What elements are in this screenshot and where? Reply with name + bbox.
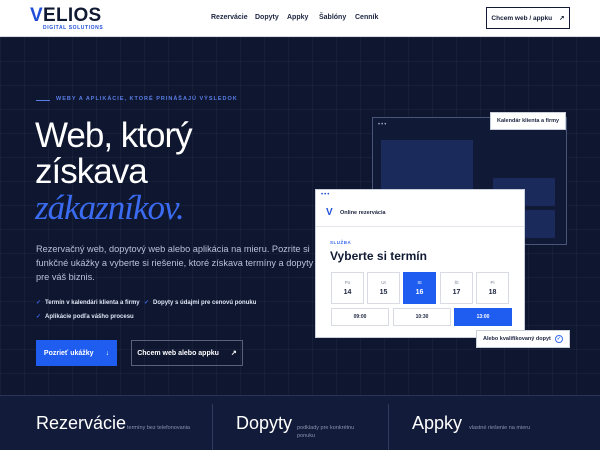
day-date: 16 [415,289,424,296]
day-name: Ut [381,280,386,285]
logo-wordmark: ELIOS [43,5,102,26]
hero-lead-line2: funkčné ukážky a vyberte si riešenie, kt… [36,258,314,268]
day-option-14[interactable]: Po 14 [331,272,364,304]
window-dots-icon: ••• [321,192,331,198]
day-date: 18 [488,289,497,296]
feature-item-apps: ✓ Aplikácie podľa vášho procesu [36,313,134,320]
service-label: SLUŽBA [330,240,352,245]
want-web-label: Chcem web alebo appku [137,349,219,357]
service-desc-rezervacie: termíny bez telefonovania [127,425,190,431]
want-web-or-app-button[interactable]: Chcem web alebo appku ↗ [131,340,243,366]
hero-eyebrow: WEBY A APLIKÁCIE, KTORÉ PRINÁŠAJÚ VÝSLED… [56,96,238,102]
time-slot-0900[interactable]: 09:00 [331,308,389,326]
nav-appky[interactable]: Appky [287,14,308,21]
check-circle-icon: ✓ [554,335,563,343]
time-slot-1300-selected[interactable]: 13:00 [454,308,512,326]
view-demos-label: Pozrieť ukážky [43,349,94,357]
check-icon: ✓ [36,314,42,320]
qualified-tag-label: Alebo kvalifikovaný dopyt [483,336,551,342]
calendar-tag: Kalendár klienta a firmy [490,112,567,130]
day-option-16-selected[interactable]: St 16 [403,272,436,304]
service-title-dopyty: Dopyty [236,413,293,433]
nav-cennik[interactable]: Cenník [355,14,378,21]
eyebrow-divider [36,100,50,101]
calendar-tag-label: Kalendár klienta a firmy [497,118,560,124]
feature-label: Termín v kalendári klienta a firmy [45,300,140,306]
day-option-15[interactable]: Ut 15 [367,272,400,304]
card-title: Online rezervácia [340,210,386,216]
day-name: Št [454,280,459,285]
feature-label: Dopyty s údajmi pre cenovú ponuku [153,300,257,306]
day-date: 17 [452,289,461,296]
window-dots-icon: ••• [378,122,388,128]
nav-dopyty[interactable]: Dopyty [255,14,279,21]
hero-title-line2: získava [35,152,148,191]
band-divider [212,404,213,450]
time-slot-1030[interactable]: 10:30 [393,308,451,326]
service-desc-appky: vlastné riešenie na mieru [469,425,531,431]
service-desc-dopyty: podklady pre konkrétnu ponuku [297,425,355,439]
card-logo-mark: V [326,207,333,218]
arrow-up-right-icon: ↗ [559,15,565,22]
header-cta-button[interactable]: Chcem web / appku ↗ [486,7,570,29]
nav-sablony[interactable]: Šablóny [319,14,346,21]
day-name: Po [344,280,351,285]
service-title-rezervacie: Rezervácie [36,413,127,433]
logo[interactable]: V ELIOS DIGITAL SOLUTIONS [30,6,110,32]
service-title-appky: Appky [412,413,463,433]
day-name: Pi [490,280,495,285]
feature-item-inquiries: ✓ Dopyty s údajmi pre cenovú ponuku [144,299,256,306]
hero-title-highlight: zákazníkov. [35,188,185,227]
choose-slot-heading: Vyberte si termín [330,249,427,263]
site-header: V ELIOS DIGITAL SOLUTIONS Rezervácie Dop… [0,0,600,37]
nav-rezervacie[interactable]: Rezervácie [211,14,248,21]
booking-card: ••• V Online rezervácia SLUŽBA Vyberte s… [315,189,525,338]
day-option-17[interactable]: Št 17 [440,272,473,304]
arrow-down-icon: ↓ [105,349,110,357]
header-cta-label: Chcem web / appku [491,14,553,22]
hero-lead-line1: Rezervačný web, dopytový web alebo aplik… [36,244,310,254]
arrow-up-right-icon: ↗ [230,350,237,357]
feature-label: Aplikácie podľa vášho procesu [45,314,134,320]
logo-mark: V [30,5,43,26]
services-band: Rezervácie termíny bez telefonovania Dop… [0,395,600,450]
hero-lead-line3: pre váš biznis. [36,272,95,282]
check-icon: ✓ [144,300,150,306]
day-date: 14 [343,289,352,296]
logo-tagline: DIGITAL SOLUTIONS [43,25,104,31]
check-icon: ✓ [36,300,42,306]
band-divider [388,404,389,450]
day-name: St [417,280,422,285]
feature-item-calendar: ✓ Termín v kalendári klienta a firmy [36,299,140,306]
card-divider [316,226,524,227]
qualified-inquiry-tag: Alebo kvalifikovaný dopyt ✓ [476,330,570,348]
day-date: 15 [379,289,388,296]
day-option-18[interactable]: Pi 18 [476,272,509,304]
hero-title-line1: Web, ktorý [35,116,193,155]
view-demos-button[interactable]: Pozrieť ukážky ↓ [36,340,117,366]
